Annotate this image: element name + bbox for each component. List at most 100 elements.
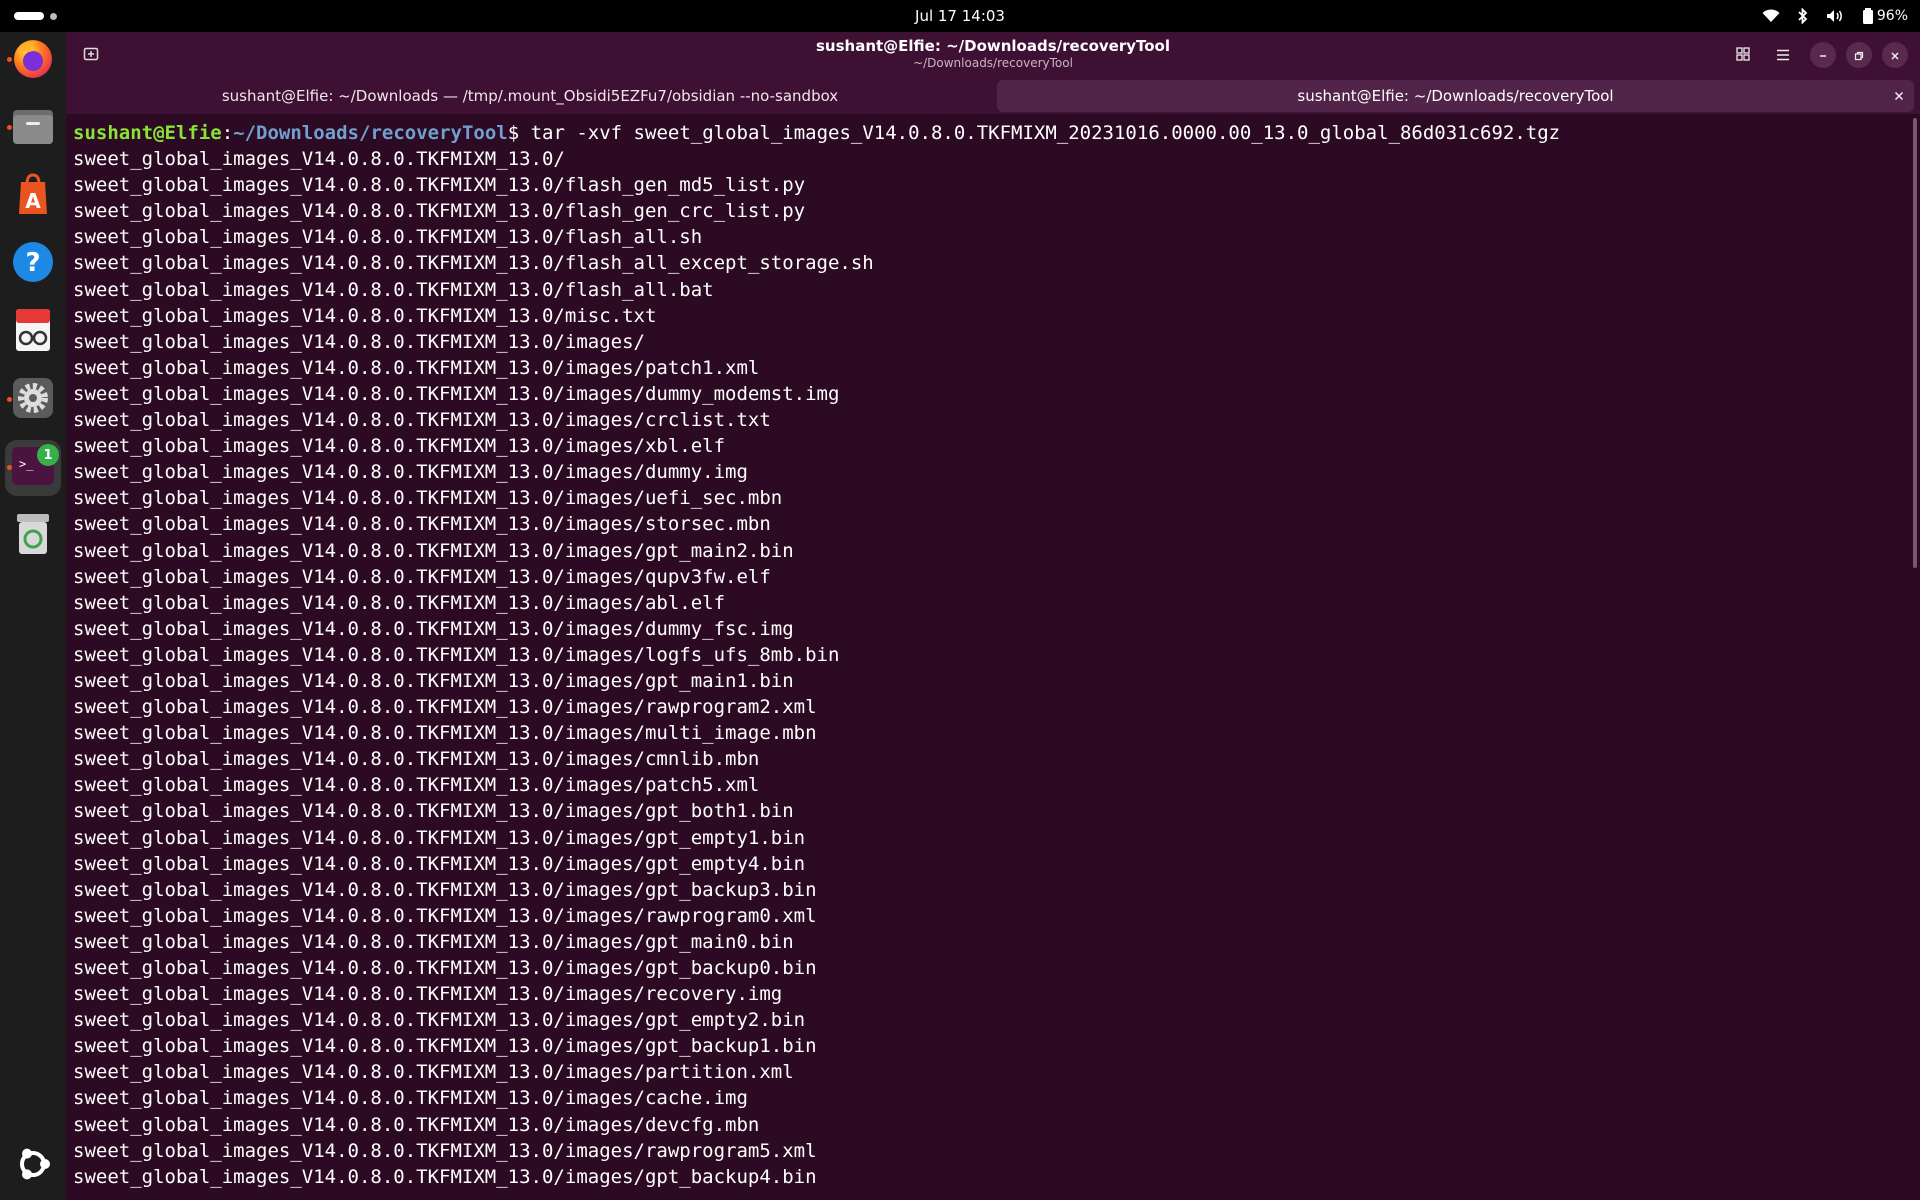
grid-icon (1736, 46, 1750, 65)
output-line: sweet_global_images_V14.0.8.0.TKFMIXM_13… (73, 669, 794, 692)
volume-icon (1826, 9, 1844, 23)
dock-item-document-viewer[interactable] (5, 304, 61, 360)
command-text: tar -xvf sweet_global_images_V14.0.8.0.T… (530, 122, 1561, 144)
output-line: sweet_global_images_V14.0.8.0.TKFMIXM_13… (73, 617, 794, 640)
running-indicator (7, 465, 12, 470)
trash-icon (13, 512, 53, 560)
dock-item-firefox[interactable] (5, 32, 61, 88)
output-line: sweet_global_images_V14.0.8.0.TKFMIXM_13… (73, 800, 794, 823)
output-line: sweet_global_images_V14.0.8.0.TKFMIXM_13… (73, 1165, 817, 1188)
output-line: sweet_global_images_V14.0.8.0.TKFMIXM_13… (73, 513, 771, 536)
app-center-icon: A (13, 172, 53, 220)
output-line: sweet_global_images_V14.0.8.0.TKFMIXM_13… (73, 904, 817, 927)
svg-text:A: A (25, 189, 41, 213)
window-title: sushant@Elfie: ~/Downloads/recoveryTool (815, 37, 1171, 55)
tab-label: sushant@Elfie: ~/Downloads — /tmp/.mount… (221, 87, 839, 105)
output-line: sweet_global_images_V14.0.8.0.TKFMIXM_13… (73, 539, 794, 562)
dock-item-app-center[interactable]: A (5, 168, 61, 224)
bluetooth-icon (1798, 8, 1808, 24)
output-line: sweet_global_images_V14.0.8.0.TKFMIXM_13… (73, 435, 726, 458)
minimize-icon (1818, 46, 1828, 65)
output-line: sweet_global_images_V14.0.8.0.TKFMIXM_13… (73, 148, 565, 171)
dock-item-settings[interactable] (5, 372, 61, 428)
scrollbar[interactable] (1913, 118, 1917, 568)
dock-item-files[interactable] (5, 100, 61, 156)
tab-label: sushant@Elfie: ~/Downloads/recoveryTool (1297, 87, 1614, 105)
close-icon (1894, 91, 1904, 101)
output-line: sweet_global_images_V14.0.8.0.TKFMIXM_13… (73, 722, 817, 745)
menu-button[interactable] (1770, 42, 1796, 68)
prompt-separator: : (221, 122, 234, 144)
running-indicator (7, 125, 12, 130)
output-line: sweet_global_images_V14.0.8.0.TKFMIXM_13… (73, 1035, 817, 1058)
battery-icon: 96% (1862, 8, 1908, 24)
battery-percentage: 96% (1876, 8, 1908, 24)
restore-button[interactable] (1846, 42, 1872, 68)
notification-badge: 1 (37, 444, 59, 466)
dock-item-show-apps[interactable] (5, 1138, 61, 1194)
settings-icon (11, 376, 55, 424)
output-line: sweet_global_images_V14.0.8.0.TKFMIXM_13… (73, 643, 840, 666)
dock-item-terminal[interactable]: >_ 1 (5, 440, 61, 496)
system-tray[interactable]: 96% (1762, 0, 1908, 32)
svg-text:?: ? (25, 248, 40, 278)
activities-indicator[interactable] (14, 12, 57, 20)
output-line: sweet_global_images_V14.0.8.0.TKFMIXM_13… (73, 252, 874, 275)
output-line: sweet_global_images_V14.0.8.0.TKFMIXM_13… (73, 278, 714, 301)
prompt-user: sushant@Elfie (73, 122, 222, 144)
hamburger-icon (1776, 46, 1790, 65)
tab-obsidian[interactable]: sushant@Elfie: ~/Downloads — /tmp/.mount… (66, 80, 994, 112)
output-line: sweet_global_images_V14.0.8.0.TKFMIXM_13… (73, 1139, 817, 1162)
terminal-window: sushant@Elfie: ~/Downloads/recoveryTool … (66, 32, 1920, 1200)
output-line: sweet_global_images_V14.0.8.0.TKFMIXM_13… (73, 226, 703, 249)
dock-item-trash[interactable] (5, 508, 61, 564)
output-line: sweet_global_images_V14.0.8.0.TKFMIXM_13… (73, 330, 645, 353)
output-line: sweet_global_images_V14.0.8.0.TKFMIXM_13… (73, 304, 657, 327)
close-button[interactable] (1882, 42, 1908, 68)
dock: A ? >_ 1 (0, 32, 66, 1200)
help-icon: ? (11, 240, 55, 288)
prompt-symbol: $ (507, 122, 531, 144)
dock-item-help[interactable]: ? (5, 236, 61, 292)
files-icon (11, 106, 55, 150)
clock[interactable]: Jul 17 14:03 (915, 7, 1005, 25)
output-line: sweet_global_images_V14.0.8.0.TKFMIXM_13… (73, 174, 806, 197)
output-line: sweet_global_images_V14.0.8.0.TKFMIXM_13… (73, 1061, 794, 1084)
minimize-button[interactable] (1810, 42, 1836, 68)
ubuntu-logo-icon (13, 1144, 53, 1188)
running-indicator (7, 397, 12, 402)
output-line: sweet_global_images_V14.0.8.0.TKFMIXM_13… (73, 748, 760, 771)
firefox-icon (11, 36, 55, 84)
output-line: sweet_global_images_V14.0.8.0.TKFMIXM_13… (73, 382, 840, 405)
tab-recovery-tool[interactable]: sushant@Elfie: ~/Downloads/recoveryTool (997, 80, 1914, 112)
prompt-path: ~/Downloads/recoveryTool (233, 122, 508, 144)
header-bar[interactable]: sushant@Elfie: ~/Downloads/recoveryTool … (66, 32, 1920, 78)
output-line: sweet_global_images_V14.0.8.0.TKFMIXM_13… (73, 591, 726, 614)
output-line: sweet_global_images_V14.0.8.0.TKFMIXM_13… (73, 878, 817, 901)
workspace-dot (50, 12, 57, 20)
close-icon (1890, 46, 1900, 65)
restore-icon (1854, 46, 1864, 65)
output-line: sweet_global_images_V14.0.8.0.TKFMIXM_13… (73, 826, 806, 849)
output-line: sweet_global_images_V14.0.8.0.TKFMIXM_13… (73, 1113, 760, 1136)
output-line: sweet_global_images_V14.0.8.0.TKFMIXM_13… (73, 461, 748, 484)
workspace-active-pill (14, 12, 44, 20)
document-viewer-icon (13, 308, 53, 356)
tab-close-button[interactable] (1890, 87, 1908, 105)
tab-bar: sushant@Elfie: ~/Downloads — /tmp/.mount… (66, 78, 1920, 114)
output-line: sweet_global_images_V14.0.8.0.TKFMIXM_13… (73, 852, 806, 875)
output-line: sweet_global_images_V14.0.8.0.TKFMIXM_13… (73, 930, 794, 953)
output-line: sweet_global_images_V14.0.8.0.TKFMIXM_13… (73, 774, 760, 797)
terminal-output[interactable]: sushant@Elfie:~/Downloads/recoveryTool$ … (66, 114, 1920, 1200)
wifi-icon (1762, 9, 1780, 23)
window-subtitle: ~/Downloads/recoveryTool (913, 56, 1073, 70)
output-line: sweet_global_images_V14.0.8.0.TKFMIXM_13… (73, 1087, 748, 1110)
svg-text:>_: >_ (19, 457, 34, 471)
tab-overview-button[interactable] (1730, 42, 1756, 68)
output-line: sweet_global_images_V14.0.8.0.TKFMIXM_13… (73, 200, 806, 223)
output-line: sweet_global_images_V14.0.8.0.TKFMIXM_13… (73, 983, 783, 1006)
output-line: sweet_global_images_V14.0.8.0.TKFMIXM_13… (73, 356, 760, 379)
top-bar: Jul 17 14:03 96% (0, 0, 1920, 32)
command-line: sushant@Elfie:~/Downloads/recoveryTool$ … (73, 120, 1920, 146)
output-lines: sweet_global_images_V14.0.8.0.TKFMIXM_13… (73, 146, 1920, 1190)
